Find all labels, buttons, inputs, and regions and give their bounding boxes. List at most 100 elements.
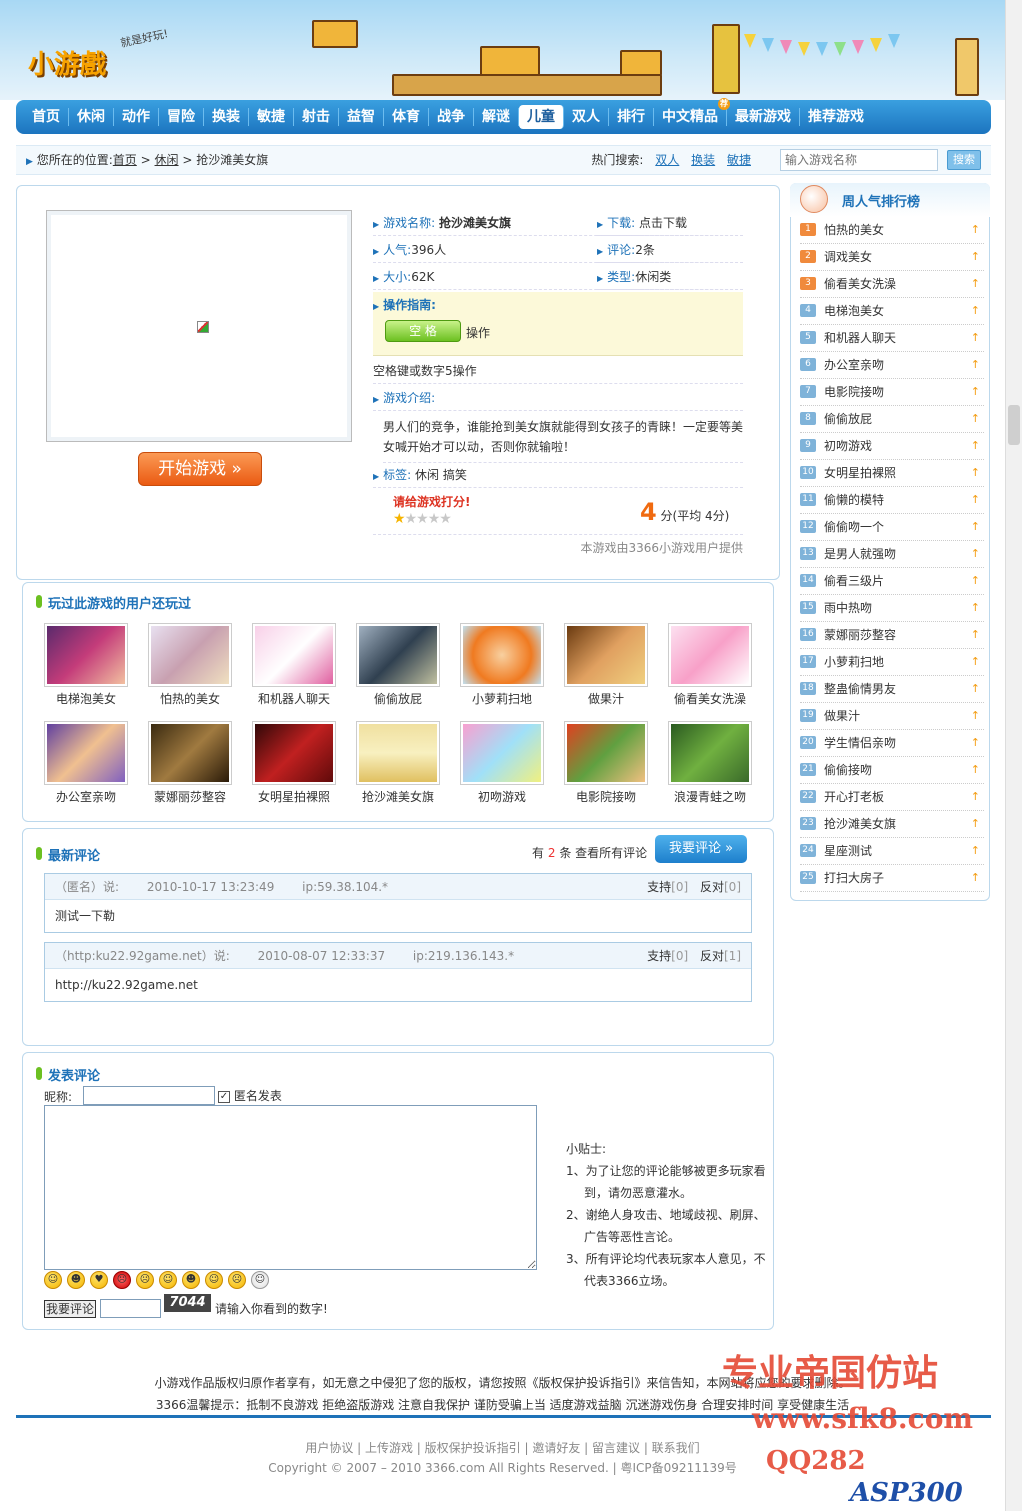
game-caption[interactable]: 电影院接吻 — [551, 788, 661, 805]
rank-item-label[interactable]: 星座测试 — [824, 838, 872, 864]
smile-icon[interactable]: ☺ — [44, 1271, 62, 1289]
view-all-comments[interactable]: 条 查看所有评论 — [559, 846, 647, 860]
game-caption[interactable]: 和机器人聊天 — [239, 690, 349, 707]
rank-item-label[interactable]: 学生情侣亲吻 — [824, 730, 896, 756]
rank-item[interactable]: 20 学生情侣亲吻 ↑ — [800, 730, 984, 757]
rank-item[interactable]: 23 抢沙滩美女旗 ↑ — [800, 811, 984, 838]
write-comment-button[interactable]: 我要评论 » — [655, 835, 747, 863]
rank-item-label[interactable]: 蒙娜丽莎整容 — [824, 622, 896, 648]
rank-item-label[interactable]: 偷看三级片 — [824, 568, 884, 594]
nav-item-chinese-best[interactable]: 中文精品荐 — [654, 98, 730, 126]
rank-item-label[interactable]: 怕热的美女 — [824, 217, 884, 243]
angry-icon[interactable]: ☹ — [113, 1271, 131, 1289]
game-thumb[interactable] — [148, 721, 232, 785]
rank-item[interactable]: 14 偷看三级片 ↑ — [800, 568, 984, 595]
game-thumb[interactable] — [460, 721, 544, 785]
game-caption[interactable]: 初吻游戏 — [447, 788, 557, 805]
against-link[interactable]: 反对 — [700, 949, 724, 963]
rank-item[interactable]: 1 怕热的美女 ↑ — [800, 217, 984, 244]
star-empty-icon[interactable]: ★ — [405, 511, 418, 527]
support-link[interactable]: 支持 — [647, 880, 671, 894]
nav-item-war[interactable]: 战争 — [429, 108, 474, 126]
game-caption[interactable]: 蒙娜丽莎整容 — [135, 788, 245, 805]
tags-value[interactable]: 休闲 搞笑 — [415, 468, 467, 482]
laugh-icon[interactable]: ☻ — [67, 1271, 85, 1289]
rank-item-label[interactable]: 是男人就强吻 — [824, 541, 896, 567]
rank-item[interactable]: 8 偷偷放屁 ↑ — [800, 406, 984, 433]
nav-item-shooting[interactable]: 射击 — [294, 108, 339, 126]
rank-item[interactable]: 17 小萝莉扫地 ↑ — [800, 649, 984, 676]
rank-item[interactable]: 11 偷懒的模特 ↑ — [800, 487, 984, 514]
rank-item-label[interactable]: 小萝莉扫地 — [824, 649, 884, 675]
nav-item-agility[interactable]: 敏捷 — [249, 108, 294, 126]
nav-item-recommended[interactable]: 推荐游戏 — [800, 108, 872, 126]
against-link[interactable]: 反对 — [700, 880, 724, 894]
game-thumb[interactable] — [460, 623, 544, 687]
game-caption[interactable]: 抢沙滩美女旗 — [343, 788, 453, 805]
nav-item-newest[interactable]: 最新游戏 — [727, 108, 800, 126]
nav-item-kids[interactable]: 儿童 — [519, 105, 564, 129]
search-button[interactable]: 搜索 — [947, 150, 981, 170]
game-caption[interactable]: 女明星拍裸照 — [239, 788, 349, 805]
rank-item[interactable]: 19 做果汁 ↑ — [800, 703, 984, 730]
game-thumb[interactable] — [148, 623, 232, 687]
game-thumb[interactable] — [564, 721, 648, 785]
rank-item[interactable]: 15 雨中热吻 ↑ — [800, 595, 984, 622]
rank-item-label[interactable]: 办公室亲吻 — [824, 352, 884, 378]
download-link[interactable]: 点击下载 — [639, 216, 687, 230]
hot-search-link[interactable]: 换装 — [691, 153, 715, 167]
game-caption[interactable]: 小萝莉扫地 — [447, 690, 557, 707]
nav-item-action[interactable]: 动作 — [114, 108, 159, 126]
page-scrollbar[interactable] — [1005, 0, 1022, 1511]
game-preview[interactable] — [46, 210, 352, 442]
scrollbar-thumb[interactable] — [1008, 405, 1020, 445]
search-input[interactable] — [780, 149, 938, 171]
rank-item[interactable]: 13 是男人就强吻 ↑ — [800, 541, 984, 568]
submit-comment-button[interactable]: 我要评论 — [44, 1300, 96, 1318]
hot-search-link[interactable]: 敏捷 — [727, 153, 751, 167]
nickname-input[interactable] — [83, 1086, 215, 1105]
sad-icon[interactable]: ☹ — [228, 1271, 246, 1289]
rank-item-label[interactable]: 抢沙滩美女旗 — [824, 811, 896, 837]
rank-item[interactable]: 9 初吻游戏 ↑ — [800, 433, 984, 460]
rank-item[interactable]: 6 办公室亲吻 ↑ — [800, 352, 984, 379]
rank-item[interactable]: 4 电梯泡美女 ↑ — [800, 298, 984, 325]
grin-icon[interactable]: ☻ — [182, 1271, 200, 1289]
game-thumb[interactable] — [356, 721, 440, 785]
rank-item-label[interactable]: 调戏美女 — [824, 244, 872, 270]
game-thumb[interactable] — [356, 623, 440, 687]
rank-item-label[interactable]: 和机器人聊天 — [824, 325, 896, 351]
nav-item-mystery[interactable]: 解谜 — [474, 108, 519, 126]
rank-item-label[interactable]: 电影院接吻 — [824, 379, 884, 405]
rank-item-label[interactable]: 偷偷放屁 — [824, 406, 872, 432]
rank-item[interactable]: 10 女明星拍裸照 ↑ — [800, 460, 984, 487]
game-thumb[interactable] — [252, 623, 336, 687]
nav-item-dressup[interactable]: 换装 — [204, 108, 249, 126]
game-caption[interactable]: 电梯泡美女 — [31, 690, 141, 707]
breadcrumb-home[interactable]: 首页 — [113, 153, 137, 167]
game-thumb[interactable] — [252, 721, 336, 785]
nav-item-puzzle[interactable]: 益智 — [339, 108, 384, 126]
nav-item-adventure[interactable]: 冒险 — [159, 108, 204, 126]
nav-item-sports[interactable]: 体育 — [384, 108, 429, 126]
rank-item[interactable]: 18 整蛊偷情男友 ↑ — [800, 676, 984, 703]
shock-icon[interactable]: ☺ — [251, 1271, 269, 1289]
rank-item[interactable]: 16 蒙娜丽莎整容 ↑ — [800, 622, 984, 649]
game-thumb[interactable] — [564, 623, 648, 687]
game-caption[interactable]: 怕热的美女 — [135, 690, 245, 707]
rank-item-label[interactable]: 偷懒的模特 — [824, 487, 884, 513]
wink-icon[interactable]: ☺ — [205, 1271, 223, 1289]
rank-item-label[interactable]: 偷偷接吻 — [824, 757, 872, 783]
breadcrumb-category[interactable]: 休闲 — [155, 153, 179, 167]
game-caption[interactable]: 浪漫青蛙之吻 — [655, 788, 765, 805]
rank-item-label[interactable]: 初吻游戏 — [824, 433, 872, 459]
rank-item-label[interactable]: 雨中热吻 — [824, 595, 872, 621]
rank-item[interactable]: 21 偷偷接吻 ↑ — [800, 757, 984, 784]
rank-item-label[interactable]: 女明星拍裸照 — [824, 460, 896, 486]
tongue-icon[interactable]: ☺ — [159, 1271, 177, 1289]
rank-item[interactable]: 2 调戏美女 ↑ — [800, 244, 984, 271]
game-caption[interactable]: 办公室亲吻 — [31, 788, 141, 805]
captcha-input[interactable] — [100, 1299, 161, 1318]
game-thumb[interactable] — [44, 623, 128, 687]
star-empty-icon[interactable]: ★ — [416, 511, 429, 527]
